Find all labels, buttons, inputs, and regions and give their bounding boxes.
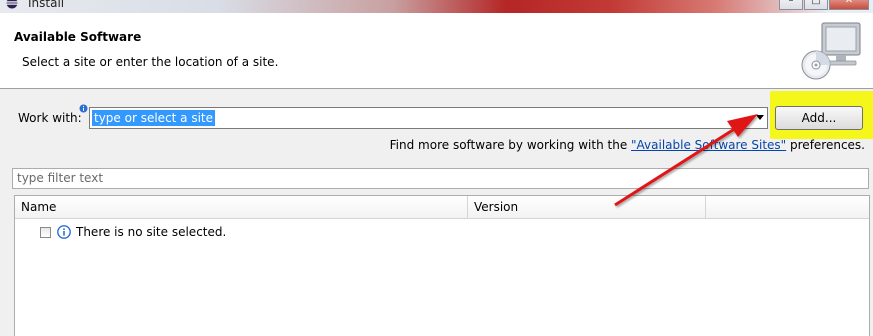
maximize-button[interactable]: □ (804, 0, 828, 10)
add-button[interactable]: Add... (775, 106, 863, 130)
find-more-prefix: Find more software by working with the (389, 138, 632, 152)
column-header-name[interactable]: Name (15, 196, 468, 218)
work-with-label: Work with: (18, 111, 82, 125)
work-with-combo[interactable]: type or select a site (89, 107, 768, 129)
monitor-cd-icon (801, 22, 861, 80)
work-with-input[interactable]: type or select a site (92, 110, 216, 126)
install-dialog: Install – □ ✕ Available Software Select … (0, 0, 873, 336)
window-controls: – □ ✕ (779, 0, 869, 10)
eclipse-icon (6, 0, 18, 9)
filter-input[interactable]: type filter text (12, 168, 869, 189)
table-row[interactable]: There is no site selected. (40, 223, 226, 241)
close-button[interactable]: ✕ (829, 0, 869, 10)
minimize-button[interactable]: – (779, 0, 803, 10)
dialog-header: Available Software Select a site or ente… (0, 13, 873, 89)
row-checkbox[interactable] (40, 226, 51, 238)
window-title: Install (28, 0, 65, 10)
column-header-version[interactable]: Version (468, 196, 706, 218)
software-table: Name Version There is no site selected. (14, 195, 870, 336)
info-icon (57, 225, 71, 239)
chevron-down-icon[interactable] (756, 115, 764, 120)
find-more-text: Find more software by working with the "… (390, 138, 865, 152)
page-title: Available Software (14, 30, 142, 44)
row-label: There is no site selected. (76, 225, 227, 239)
available-software-sites-link[interactable]: "Available Software Sites" (631, 138, 786, 152)
table-header: Name Version (15, 196, 869, 219)
page-description: Select a site or enter the location of a… (22, 55, 279, 69)
title-bar: Install – □ ✕ (0, 0, 873, 13)
find-more-suffix: preferences. (786, 138, 865, 152)
info-decoration-icon (79, 104, 88, 113)
column-header-extra[interactable] (706, 196, 869, 218)
